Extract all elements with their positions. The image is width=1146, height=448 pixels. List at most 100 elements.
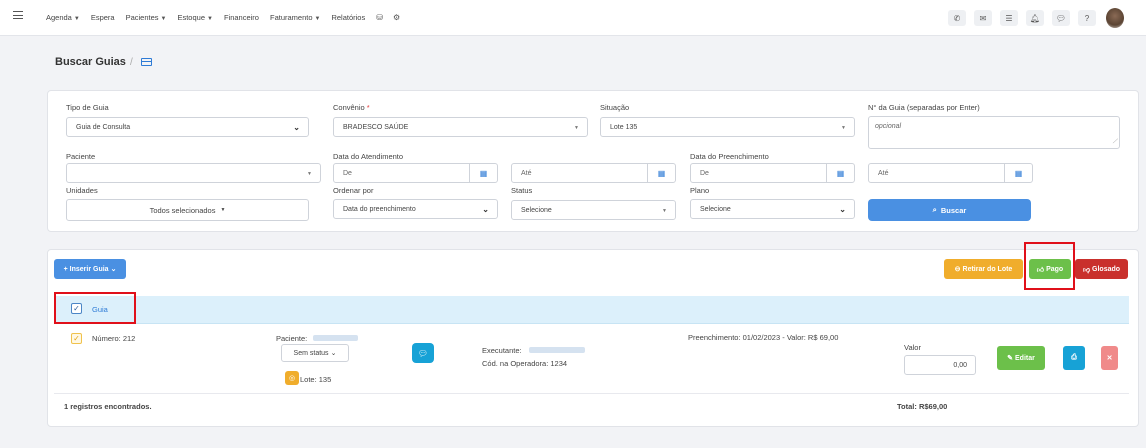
data-atendimento-ate-input[interactable]: Até ▦	[511, 163, 676, 183]
calendar-icon[interactable]: ▦	[826, 164, 854, 182]
database-icon[interactable]: ⛁	[376, 13, 383, 22]
editar-button[interactable]: ✎ Editar	[997, 346, 1045, 370]
search-icon: ⌕	[932, 205, 937, 214]
status-label: Status	[511, 186, 533, 195]
chevron-down-icon: ⌄	[330, 350, 337, 357]
caret-down-icon: ▼	[307, 171, 312, 177]
convenio-label: Convênio *	[333, 103, 370, 112]
status-value: Selecione	[521, 206, 552, 214]
phone-icon[interactable]: ✆	[948, 10, 966, 26]
num-guia-placeholder: opcional	[875, 123, 902, 130]
hamburger-menu-icon[interactable]	[13, 11, 23, 19]
caret-down-icon: ▼	[314, 16, 321, 22]
data-preenchimento-de-placeholder: De	[700, 169, 709, 177]
situacao-value: Lote 135	[610, 123, 638, 131]
menu-espera[interactable]: Espera	[91, 13, 115, 22]
status-dropdown[interactable]: Sem status ⌄	[281, 344, 349, 362]
data-preenchimento-ate-input[interactable]: Até ▦	[868, 163, 1033, 183]
status-select[interactable]: Selecione ▼	[511, 200, 676, 220]
calendar-icon[interactable]: ▦	[1004, 164, 1032, 182]
resize-handle-icon[interactable]: ⟋	[1113, 139, 1117, 146]
chat-icon[interactable]: 💬︎	[1052, 10, 1070, 26]
row-checkbox[interactable]: ✓	[71, 333, 82, 344]
plano-select[interactable]: Selecione ⌄	[690, 199, 855, 219]
buscar-label: Buscar	[940, 205, 967, 215]
main-menu: Agenda ▼ Espera Pacientes ▼ Estoque ▼ Finan…	[46, 13, 410, 22]
plus-icon: +	[63, 265, 68, 273]
convenio-select[interactable]: BRADESCO SAÚDE ▼	[333, 117, 588, 137]
list-icon[interactable]: ☰	[1000, 10, 1018, 26]
redacted-executante-name	[529, 347, 585, 353]
lote-label: Lote: 135	[300, 375, 332, 384]
situacao-select[interactable]: Lote 135 ▼	[600, 117, 855, 137]
menu-pacientes[interactable]: Pacientes ▼	[126, 13, 167, 22]
num-guia-label: N° da Guia (separadas por Enter)	[868, 103, 980, 112]
breadcrumb-separator: /	[130, 57, 133, 68]
redacted-patient-name	[313, 335, 358, 341]
chevron-down-icon: ⌄	[482, 205, 489, 214]
help-icon[interactable]: ?	[1078, 10, 1096, 26]
caret-down-icon: ▼	[207, 16, 213, 22]
edit-icon: ✎	[1007, 355, 1014, 362]
menu-relatorios[interactable]: Relatórios	[331, 13, 365, 22]
data-preenchimento-ate-placeholder: Até	[878, 169, 889, 177]
menu-financeiro[interactable]: Financeiro	[224, 13, 259, 22]
data-atendimento-label: Data do Atendimento	[333, 152, 404, 161]
unidades-label: Unidades	[66, 186, 98, 195]
caret-down-icon: ▼	[73, 16, 80, 22]
glosado-label: Glosado	[1092, 265, 1121, 273]
highlight-box-pago	[1024, 242, 1075, 290]
delete-button[interactable]: ✕	[1101, 346, 1118, 370]
print-icon: ⎙	[1071, 354, 1077, 361]
menu-agenda[interactable]: Agenda ▼	[46, 13, 80, 22]
close-icon: ✕	[1106, 355, 1113, 362]
inserir-guia-label: Inserir Guia	[69, 265, 109, 273]
menu-estoque[interactable]: Estoque ▼	[177, 13, 212, 22]
retirar-label: Retirar do Lote	[962, 265, 1013, 273]
caret-down-icon: ▼	[160, 16, 167, 22]
lote-icon: ◎	[285, 371, 299, 385]
menu-faturamento[interactable]: Faturamento ▼	[270, 13, 320, 22]
calendar-icon[interactable]: ▦	[647, 164, 675, 182]
paciente-select[interactable]: ▼	[66, 163, 321, 183]
avatar[interactable]	[1106, 8, 1124, 28]
num-guia-textarea[interactable]: opcional ⟋	[868, 116, 1120, 149]
caret-down-icon: ▼	[662, 208, 667, 214]
caret-down-icon: ▼	[841, 125, 846, 131]
data-atendimento-de-placeholder: De	[343, 169, 352, 177]
tipo-guia-select[interactable]: Guia de Consulta ⌄	[66, 117, 309, 137]
editar-label: Editar	[1015, 354, 1035, 362]
inbox-icon[interactable]: ✉	[974, 10, 992, 26]
plano-value: Selecione	[700, 205, 731, 213]
paciente-label: Paciente:	[276, 334, 308, 343]
valor-label: Valor	[904, 343, 921, 352]
inserir-guia-button[interactable]: + Inserir Guia ⌄	[54, 259, 126, 279]
ordenar-por-select[interactable]: Data do preenchimento ⌄	[333, 199, 498, 219]
chevron-down-icon: ⌄	[293, 123, 300, 132]
valor-input[interactable]: 0,00	[904, 355, 976, 375]
data-atendimento-de-input[interactable]: De ▦	[333, 163, 498, 183]
valor-value: 0,00	[953, 361, 967, 369]
data-preenchimento-de-input[interactable]: De ▦	[690, 163, 855, 183]
required-mark: *	[366, 103, 370, 112]
buscar-button[interactable]: ⌕ Buscar	[868, 199, 1031, 221]
caret-down-icon: ▼	[220, 207, 226, 213]
highlight-box-guia	[54, 292, 136, 324]
print-button[interactable]: ⎙	[1063, 346, 1085, 370]
thumbs-down-icon: 👎︎	[1082, 266, 1091, 274]
chat-bubble-button[interactable]: 💬︎	[412, 343, 434, 363]
calendar-icon[interactable]: ▦	[469, 164, 497, 182]
settings-icon[interactable]: ⚙	[393, 13, 400, 22]
guia-header-row	[54, 296, 1129, 324]
page-title: Buscar Guias	[55, 56, 126, 68]
bell-icon[interactable]: 🔔︎	[1026, 10, 1044, 26]
cod-operadora: Cód. na Operadora: 1234	[482, 359, 568, 368]
plano-label: Plano	[690, 186, 710, 195]
retirar-do-lote-button[interactable]: ⊖ Retirar do Lote	[944, 259, 1023, 279]
top-right-icons: ✆ ✉ ☰ 🔔︎ 💬︎ ?	[948, 10, 1096, 26]
preenchimento-info: Preenchimento: 01/02/2023 - Valor: R$ 69…	[688, 333, 839, 342]
unidades-multiselect[interactable]: Todos selecionados ▼	[66, 199, 309, 221]
unidades-value: Todos selecionados	[149, 205, 216, 215]
data-atendimento-ate-placeholder: Até	[521, 169, 532, 177]
glosado-button[interactable]: 👎︎ Glosado	[1075, 259, 1128, 279]
